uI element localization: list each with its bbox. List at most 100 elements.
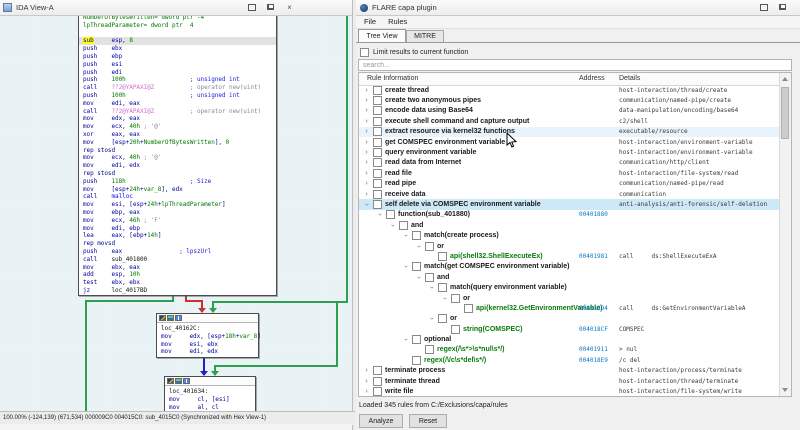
search-input[interactable]	[358, 59, 792, 71]
asm-line[interactable]: rep movsd	[83, 240, 272, 248]
node-hint-icon[interactable]	[183, 378, 190, 384]
chevron-expanded-icon[interactable]: ›	[415, 243, 422, 250]
node-group-icon[interactable]	[175, 378, 182, 384]
asm-line[interactable]: mov ecx, 40h ; '@'	[83, 154, 272, 162]
asm-line[interactable]: push 100h ; unsigned int	[83, 76, 272, 84]
chevron-expanded-icon[interactable]: ›	[376, 211, 383, 218]
asm-line[interactable]: mov edx, eax	[83, 115, 272, 123]
close-icon[interactable]: ×	[796, 2, 800, 12]
rule-checkbox[interactable]	[373, 148, 382, 158]
chevron-expanded-icon[interactable]: ›	[441, 295, 448, 302]
rule-checkbox[interactable]	[373, 96, 382, 106]
capa-rule-row[interactable]: › get COMSPEC environment variable host-in…	[359, 137, 780, 147]
rule-checkbox[interactable]	[373, 189, 382, 199]
rule-checkbox[interactable]	[412, 335, 421, 345]
asm-line[interactable]: push ebx	[83, 45, 272, 53]
capa-rule-row[interactable]: › terminate process host-interaction/proce…	[359, 366, 780, 376]
asm-line[interactable]: push eax ; lpszUrl	[83, 248, 272, 256]
chevron-collapsed-icon[interactable]: ›	[363, 159, 370, 166]
chevron-expanded-icon[interactable]: ›	[428, 315, 435, 322]
asm-line[interactable]: loc_40162C:	[161, 325, 254, 333]
asm-line[interactable]: mov ecx, 40h ; '@'	[83, 123, 272, 131]
capa-rule-row[interactable]: string(COMSPEC) 004018CF COMSPEC	[359, 324, 780, 334]
maximize-icon[interactable]	[246, 2, 257, 12]
asm-line[interactable]: push esi	[83, 61, 272, 69]
asm-line[interactable]: mov edi, ebp	[83, 225, 272, 233]
capa-rule-row[interactable]: › extract resource via kernel32 functions…	[359, 126, 780, 137]
rule-checkbox[interactable]	[373, 116, 382, 126]
basic-block-loc-40162C[interactable]: loc_40162C: mov edx, [esp+18h+var_8] mov e…	[156, 313, 261, 358]
asm-line[interactable]: rep stosd	[83, 147, 272, 155]
rule-checkbox[interactable]	[373, 387, 382, 396]
match-address[interactable]: 004018D4	[579, 305, 608, 312]
chevron-collapsed-icon[interactable]: ›	[363, 149, 370, 156]
capa-rule-row[interactable]: api(kernel32.GetEnvironmentVariable) 0040…	[359, 303, 780, 313]
chevron-collapsed-icon[interactable]: ›	[363, 128, 370, 135]
asm-line[interactable]: call sub_401800	[83, 256, 272, 264]
capa-rule-row[interactable]: regex(/\s*>\s*nul\s*/) 00401911 > nul	[359, 345, 780, 355]
rule-checkbox[interactable]	[438, 314, 447, 324]
node-hint-icon[interactable]	[175, 315, 182, 321]
rule-checkbox[interactable]	[373, 179, 382, 189]
rule-checkbox[interactable]	[425, 272, 434, 282]
asm-line[interactable]: add esp, 10h	[83, 271, 272, 279]
asm-line[interactable]: loc_401634:	[169, 388, 251, 396]
capa-rule-row[interactable]: › encode data using Base64 data-manipulati…	[359, 106, 780, 116]
match-address[interactable]: 004018CF	[579, 326, 608, 333]
match-address[interactable]: 00401911	[579, 346, 608, 353]
float-window-icon[interactable]	[265, 2, 276, 12]
rule-checkbox[interactable]	[412, 231, 421, 241]
chevron-collapsed-icon[interactable]: ›	[363, 378, 370, 385]
match-address[interactable]: 004018E9	[579, 357, 608, 364]
capa-rule-row[interactable]: › and	[359, 220, 780, 230]
scrollbar-down-icon[interactable]	[782, 388, 788, 392]
analyze-button[interactable]: Analyze	[359, 414, 403, 428]
asm-line[interactable]: push ebp	[83, 53, 272, 61]
asm-line[interactable]: mov edi, edx	[161, 348, 254, 356]
chevron-expanded-icon[interactable]: ›	[402, 336, 409, 343]
rule-checkbox[interactable]	[438, 251, 447, 261]
capa-rule-row[interactable]: › and	[359, 272, 780, 282]
scrollbar-up-icon[interactable]	[782, 77, 788, 81]
asm-line[interactable]: push edi	[83, 69, 272, 77]
asm-line[interactable]: mov esi, [esp+24h+lpThreadParameter]	[83, 201, 272, 209]
capa-rule-row[interactable]: › write file host-interaction/file-system/…	[359, 386, 780, 396]
asm-line[interactable]: sub esp, 8	[79, 37, 276, 46]
rule-checkbox[interactable]	[373, 158, 382, 168]
rule-checkbox[interactable]	[373, 168, 382, 178]
chevron-collapsed-icon[interactable]: ›	[363, 367, 370, 374]
capa-rule-row[interactable]: › optional	[359, 334, 780, 345]
chevron-collapsed-icon[interactable]: ›	[363, 87, 370, 94]
asm-line[interactable]: rep stosd	[83, 170, 272, 178]
asm-line[interactable]	[83, 30, 272, 38]
rule-checkbox[interactable]	[373, 106, 382, 116]
capa-rule-row[interactable]: › self delete via COMSPEC environment var…	[359, 199, 780, 210]
rule-checkbox[interactable]	[451, 293, 460, 303]
float-window-icon[interactable]	[777, 2, 788, 12]
asm-line[interactable]: xor eax, eax	[83, 131, 272, 139]
tree-scrollbar[interactable]	[779, 73, 791, 396]
capa-rule-row[interactable]: › receive data communication	[359, 189, 780, 199]
chevron-collapsed-icon[interactable]: ›	[363, 97, 370, 104]
rule-checkbox[interactable]	[412, 355, 421, 365]
reset-button[interactable]: Reset	[409, 414, 447, 428]
capa-rule-row[interactable]: › match(create process)	[359, 230, 780, 241]
chevron-expanded-icon[interactable]: ›	[402, 232, 409, 239]
asm-line[interactable]: call ??2@YAPAXI@Z ; operator new(uint)	[83, 84, 272, 92]
rule-checkbox[interactable]	[373, 85, 382, 95]
asm-line[interactable]: mov edi, eax	[83, 100, 272, 108]
chevron-collapsed-icon[interactable]: ›	[363, 180, 370, 187]
rule-checkbox[interactable]	[464, 303, 473, 313]
chevron-collapsed-icon[interactable]: ›	[363, 170, 370, 177]
capa-rule-row[interactable]: › or	[359, 314, 780, 324]
rule-checkbox[interactable]	[373, 199, 382, 209]
node-color-icon[interactable]	[167, 378, 174, 384]
capa-rule-row[interactable]: › match(get COMSPEC environment variable)	[359, 262, 780, 272]
limit-results-checkbox[interactable]	[360, 48, 369, 57]
rule-checkbox[interactable]	[438, 283, 447, 293]
asm-line[interactable]: lea eax, [ebp+14h]	[83, 232, 272, 240]
chevron-expanded-icon[interactable]: ›	[363, 201, 370, 208]
capa-rule-row[interactable]: › read file host-interaction/file-system/r…	[359, 168, 780, 178]
asm-line[interactable]: test ebx, ebx	[83, 279, 272, 287]
capa-rule-row[interactable]: › read pipe communication/named-pipe/read	[359, 179, 780, 189]
